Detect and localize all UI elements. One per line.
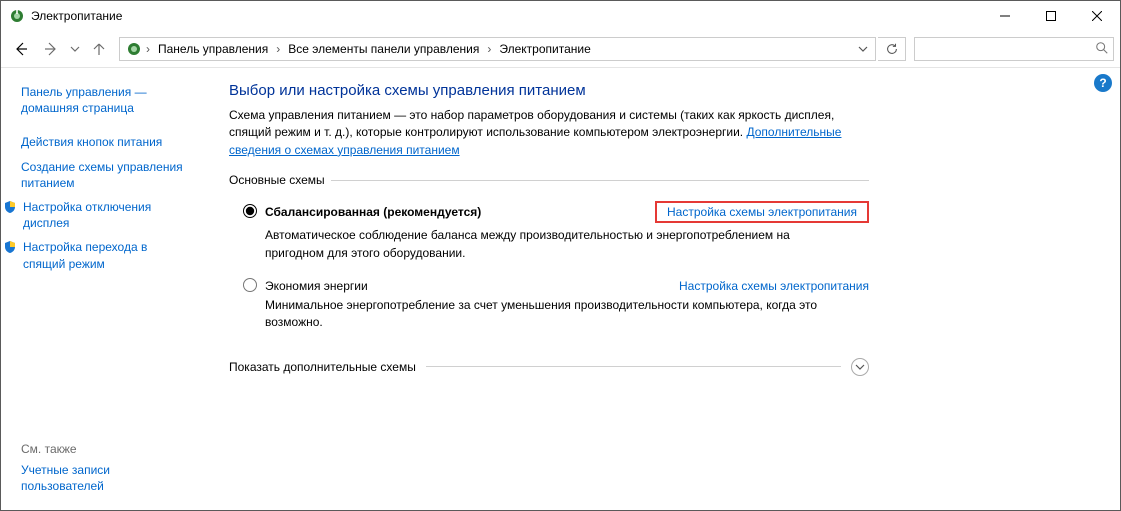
shield-icon [3, 200, 17, 214]
address-dropdown-icon[interactable] [853, 44, 873, 54]
back-button[interactable] [7, 35, 35, 63]
plan-settings-link[interactable]: Настройка схемы электропитания [679, 279, 869, 293]
page-description: Схема управления питанием — это набор па… [229, 107, 869, 159]
sidebar-link-label[interactable]: Настройка отключения дисплея [23, 199, 191, 231]
minimize-button[interactable] [982, 1, 1028, 31]
group-label: Основные схемы [229, 173, 325, 187]
sidebar-item-sleep[interactable]: Настройка перехода в спящий режим [3, 239, 191, 271]
body: Панель управления — домашняя страница Де… [1, 67, 1120, 510]
sidebar-link-user-accounts[interactable]: Учетные записи пользователей [21, 462, 191, 494]
address-bar[interactable]: › Панель управления › Все элементы панел… [119, 37, 876, 61]
sidebar-link-label[interactable]: Настройка перехода в спящий режим [23, 239, 191, 271]
navbar: › Панель управления › Все элементы панел… [1, 31, 1120, 67]
show-additional-plans[interactable]: Показать дополнительные схемы [229, 358, 869, 376]
recent-locations-button[interactable] [67, 35, 83, 63]
plans-group: Основные схемы Сбалансированная (рекомен… [229, 173, 869, 332]
expander-label: Показать дополнительные схемы [229, 360, 416, 374]
sidebar-item-display-off[interactable]: Настройка отключения дисплея [3, 199, 191, 231]
highlight-box: Настройка схемы электропитания [655, 201, 869, 223]
search-input[interactable] [919, 41, 1095, 57]
power-options-icon [9, 8, 25, 24]
power-plan-balanced: Сбалансированная (рекомендуется) Настрой… [243, 201, 869, 262]
plan-name[interactable]: Экономия энергии [265, 279, 368, 293]
search-box[interactable] [914, 37, 1114, 61]
help-icon[interactable]: ? [1094, 74, 1112, 92]
plan-radio[interactable] [243, 204, 257, 218]
group-header: Основные схемы [229, 173, 869, 187]
breadcrumb-icon [122, 38, 144, 60]
forward-button[interactable] [37, 35, 65, 63]
divider [426, 366, 841, 367]
plan-description: Автоматическое соблюдение баланса между … [265, 227, 825, 262]
up-button[interactable] [85, 35, 113, 63]
plan-name[interactable]: Сбалансированная (рекомендуется) [265, 205, 481, 219]
plan-description: Минимальное энергопотребление за счет ум… [265, 297, 825, 332]
maximize-button[interactable] [1028, 1, 1074, 31]
window-title: Электропитание [31, 9, 122, 23]
chevron-right-icon[interactable]: › [274, 42, 282, 56]
description-text: Схема управления питанием — это набор па… [229, 108, 834, 139]
sidebar: Панель управления — домашняя страница Де… [1, 68, 201, 510]
main-panel: ? Выбор или настройка схемы управления п… [201, 68, 1120, 510]
chevron-right-icon[interactable]: › [485, 42, 493, 56]
breadcrumb-segment[interactable]: Все элементы панели управления [282, 38, 485, 60]
plan-settings-link[interactable]: Настройка схемы электропитания [667, 205, 857, 219]
breadcrumb-segment[interactable]: Панель управления [152, 38, 274, 60]
divider [331, 180, 869, 181]
window: Электропитание › Панель у [0, 0, 1121, 511]
chevron-down-icon[interactable] [851, 358, 869, 376]
chevron-right-icon[interactable]: › [144, 42, 152, 56]
sidebar-link-create-plan[interactable]: Создание схемы управления питанием [21, 159, 191, 191]
titlebar: Электропитание [1, 1, 1120, 31]
search-icon[interactable] [1095, 41, 1109, 58]
page-title: Выбор или настройка схемы управления пит… [229, 82, 1100, 99]
breadcrumb-segment[interactable]: Электропитание [493, 38, 596, 60]
sidebar-link-home[interactable]: Панель управления — домашняя страница [21, 84, 191, 116]
shield-icon [3, 240, 17, 254]
close-button[interactable] [1074, 1, 1120, 31]
plan-radio[interactable] [243, 278, 257, 292]
refresh-button[interactable] [878, 37, 906, 61]
power-plan-energy-saver: Экономия энергии Настройка схемы электро… [243, 276, 869, 332]
sidebar-link-power-buttons[interactable]: Действия кнопок питания [21, 134, 191, 150]
see-also-label: См. также [21, 442, 191, 456]
